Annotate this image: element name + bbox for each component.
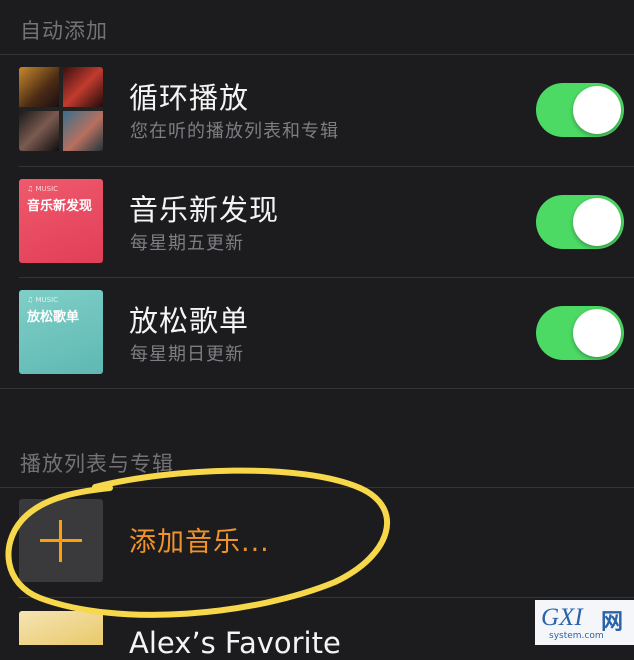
new-music-cover: ♫ MUSIC 音乐新发现 bbox=[19, 179, 103, 263]
section-header-playlists: 播放列表与专辑 bbox=[20, 452, 174, 476]
chill-cover: ♫ MUSIC 放松歌单 bbox=[19, 290, 103, 374]
row-title: 音乐新发现 bbox=[129, 193, 280, 227]
auto-add-toggle[interactable] bbox=[536, 83, 624, 137]
cover-label: 音乐新发现 bbox=[27, 199, 93, 214]
add-music-button[interactable]: 添加音乐... bbox=[129, 520, 270, 559]
row-title: 循环播放 bbox=[129, 81, 250, 115]
album-art bbox=[63, 111, 103, 151]
watermark-domain: system.com bbox=[549, 631, 604, 641]
album-art bbox=[19, 111, 59, 151]
divider bbox=[19, 597, 634, 598]
toggle-knob bbox=[573, 309, 621, 357]
toggle-knob bbox=[573, 86, 621, 134]
cover-brand: ♫ MUSIC bbox=[27, 296, 59, 304]
album-art bbox=[19, 67, 59, 107]
collage-cover bbox=[19, 67, 103, 151]
watermark-logo: GXI 网 system.com bbox=[535, 600, 634, 645]
auto-row-chill[interactable]: ♫ MUSIC 放松歌单 放松歌单 每星期日更新 bbox=[0, 278, 634, 389]
divider bbox=[0, 487, 634, 488]
cover-label: 放松歌单 bbox=[27, 310, 80, 325]
row-subtitle: 每星期五更新 bbox=[130, 233, 244, 254]
section-header-auto-add: 自动添加 bbox=[20, 19, 108, 43]
watermark-brand-cn: 网 bbox=[601, 610, 624, 635]
divider bbox=[0, 388, 634, 389]
auto-add-toggle[interactable] bbox=[536, 306, 624, 360]
auto-row-new-music[interactable]: ♫ MUSIC 音乐新发现 音乐新发现 每星期五更新 bbox=[0, 167, 634, 278]
row-title: 放松歌单 bbox=[129, 304, 250, 338]
auto-row-repeat[interactable]: 循环播放 您在听的播放列表和专辑 bbox=[0, 55, 634, 166]
add-music-tile[interactable] bbox=[19, 499, 103, 582]
album-art bbox=[63, 67, 103, 107]
cover-brand: ♫ MUSIC bbox=[27, 185, 59, 193]
row-subtitle: 每星期日更新 bbox=[130, 344, 244, 365]
auto-add-toggle[interactable] bbox=[536, 195, 624, 249]
playlist-title[interactable]: Alex’s Favorite bbox=[129, 626, 341, 660]
playlist-cover bbox=[19, 611, 103, 645]
toggle-knob bbox=[573, 198, 621, 246]
watermark-brand: GXI bbox=[541, 604, 583, 631]
plus-icon-vertical bbox=[59, 520, 62, 562]
row-subtitle: 您在听的播放列表和专辑 bbox=[130, 121, 339, 142]
